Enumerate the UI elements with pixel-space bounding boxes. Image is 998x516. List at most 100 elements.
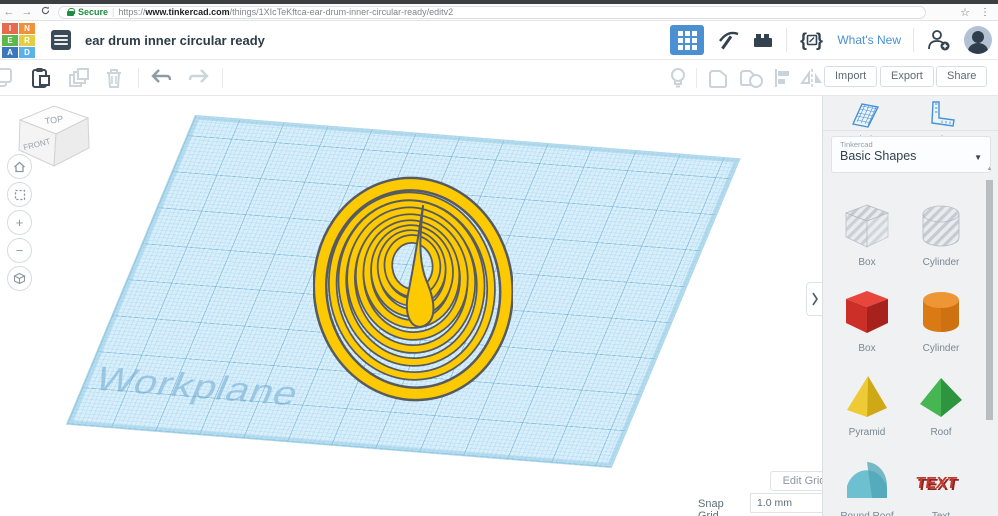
duplicate-button[interactable]: [68, 67, 90, 94]
library-selected: Basic Shapes: [840, 149, 982, 163]
tinkercad-editor-window: ← → Secure | https://www.tinkercad.com/t…: [0, 0, 998, 516]
toolbar-separator: [138, 68, 139, 88]
shape-label: Box: [831, 257, 903, 268]
logo-tile: R: [19, 35, 35, 46]
home-view-button[interactable]: [7, 154, 32, 179]
import-button[interactable]: Import: [824, 66, 877, 87]
logo-tile: N: [19, 23, 35, 34]
copy-icon: [0, 67, 14, 89]
shape-label: Roof: [905, 427, 977, 438]
shape-box-hole[interactable]: Box: [831, 202, 903, 268]
edit-grid-button[interactable]: Edit Grid: [770, 471, 822, 491]
zoom-out-button[interactable]: −: [7, 238, 32, 263]
shape-cylinder-solid[interactable]: Cylinder: [905, 288, 977, 354]
minecraft-pickaxe-button[interactable]: [716, 28, 740, 52]
avatar-silhouette-icon: [964, 26, 992, 54]
secure-lock-icon: [67, 8, 74, 16]
group-icon: [706, 67, 730, 89]
scrollbar-thumb[interactable]: [986, 180, 993, 420]
browser-forward-button[interactable]: →: [18, 6, 36, 18]
codeblocks-button[interactable]: {}: [799, 29, 825, 51]
zoom-in-button[interactable]: +: [7, 210, 32, 235]
snap-grid-select[interactable]: 1.0 mm▴: [750, 493, 822, 513]
align-button[interactable]: [772, 67, 792, 94]
whats-new-link[interactable]: What's New: [837, 33, 901, 47]
perspective-toggle-button[interactable]: [7, 266, 32, 291]
viewport-3d[interactable]: Workplane: [0, 96, 822, 516]
brick-button[interactable]: [752, 30, 774, 50]
codeblocks-icon: {}: [799, 29, 825, 51]
chevron-right-icon: [811, 291, 819, 307]
shape-roof[interactable]: Roof: [905, 372, 977, 438]
home-icon: [13, 161, 26, 173]
export-button[interactable]: Export: [880, 66, 934, 87]
snap-grid-label: Snap Grid: [698, 498, 724, 516]
shape-cylinder-hole[interactable]: Cylinder: [905, 202, 977, 268]
omnibox-divider: |: [112, 7, 114, 17]
trash-icon: [104, 67, 124, 89]
browser-toolbar: ← → Secure | https://www.tinkercad.com/t…: [0, 4, 998, 21]
share-button[interactable]: Share: [936, 66, 987, 87]
shape-label: Round Roof: [831, 511, 903, 516]
logo-tile: D: [19, 47, 35, 58]
fit-view-icon: [14, 189, 26, 201]
paste-icon: [30, 67, 52, 89]
shape-label: Box: [831, 343, 903, 354]
lightbulb-icon: [668, 67, 688, 89]
design-properties-button[interactable]: [51, 30, 71, 50]
ear-drum-object[interactable]: [313, 175, 513, 403]
undo-button[interactable]: [150, 67, 174, 92]
workplane-watermark: Workplane: [89, 359, 306, 414]
hole-cylinder-icon: [916, 202, 966, 250]
align-icon: [772, 67, 792, 89]
page-url: https://www.tinkercad.com/things/1XIcTeK…: [118, 7, 453, 17]
pickaxe-icon: [716, 28, 740, 52]
duplicate-icon: [68, 67, 90, 89]
browser-back-button[interactable]: ←: [0, 6, 18, 18]
mirror-button[interactable]: [800, 67, 824, 94]
copy-button[interactable]: [0, 67, 14, 94]
shape-pyramid[interactable]: Pyramid: [831, 372, 903, 438]
delete-button[interactable]: [104, 67, 124, 94]
svg-text:TEXT: TEXT: [916, 474, 958, 492]
shape-library-dropdown[interactable]: Tinkercad Basic Shapes ▼: [831, 136, 991, 173]
round-roof-icon: [842, 456, 892, 504]
browser-refresh-button[interactable]: [36, 6, 54, 18]
invite-user-button[interactable]: [926, 28, 952, 52]
caret-down-icon: ▼: [974, 153, 982, 162]
mirror-icon: [800, 67, 824, 89]
scroll-up-icon[interactable]: ▲: [985, 166, 994, 172]
fit-view-button[interactable]: [7, 182, 32, 207]
panel-scrollbar[interactable]: ▲: [985, 166, 994, 516]
dashboard-grid-button[interactable]: [670, 25, 704, 55]
tinkercad-logo[interactable]: I N E R A D: [2, 23, 35, 58]
paste-button[interactable]: [30, 67, 52, 94]
shape-round-roof[interactable]: Round Roof: [831, 456, 903, 516]
orange-cylinder-icon: [916, 288, 966, 336]
ungroup-button[interactable]: [738, 67, 764, 94]
svg-text:{: {: [800, 30, 807, 50]
red-box-icon: [842, 288, 892, 336]
address-bar[interactable]: Secure | https://www.tinkercad.com/thing…: [58, 6, 926, 19]
shape-text[interactable]: TEXT TEXT Text: [905, 456, 977, 516]
redo-icon: [186, 67, 210, 87]
view-controls: + −: [7, 154, 32, 291]
header-separator: [913, 28, 914, 52]
panel-collapse-handle[interactable]: [806, 282, 822, 316]
pyramid-icon: [842, 372, 892, 420]
show-all-button[interactable]: [668, 67, 688, 94]
roof-icon: [916, 372, 966, 420]
redo-button[interactable]: [186, 67, 210, 92]
ungroup-icon: [738, 67, 764, 89]
shape-box-solid[interactable]: Box: [831, 288, 903, 354]
secure-label: Secure: [78, 7, 108, 17]
text-shape-icon: TEXT TEXT: [916, 456, 966, 504]
user-avatar[interactable]: [964, 26, 992, 54]
browser-menu-icon[interactable]: ⋮: [980, 7, 990, 18]
group-button[interactable]: [706, 67, 730, 94]
shape-label: Cylinder: [905, 257, 977, 268]
design-title[interactable]: ear drum inner circular ready: [85, 33, 265, 48]
shapes-panel: Workplane Ruler Tinkercad Basic Shapes ▼: [822, 96, 998, 516]
refresh-icon: [41, 6, 50, 15]
bookmark-star-icon[interactable]: ☆: [960, 6, 970, 19]
